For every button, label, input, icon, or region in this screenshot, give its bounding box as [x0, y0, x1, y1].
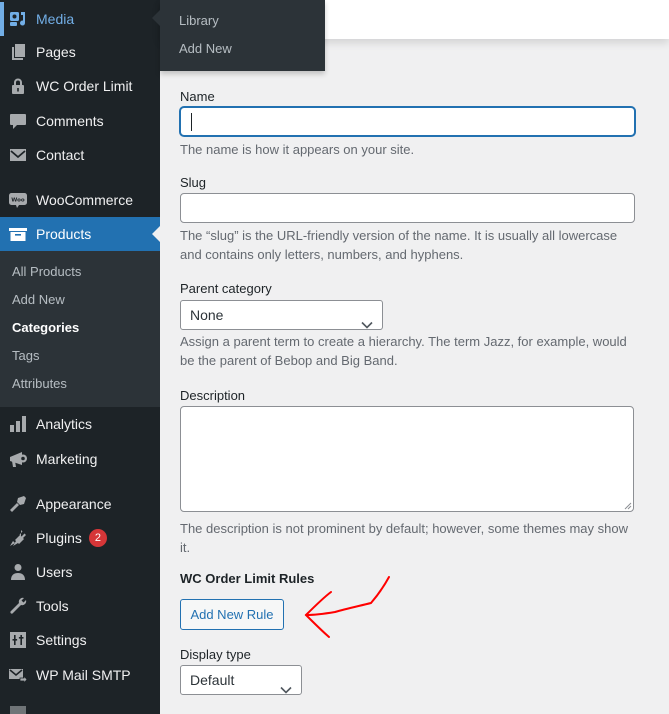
submenu-item-attributes[interactable]: Attributes	[0, 370, 160, 398]
sidebar-item-label: Settings	[36, 632, 87, 648]
sidebar-item-label: Appearance	[36, 496, 112, 512]
name-label: Name	[180, 89, 215, 104]
archive-box-icon	[0, 217, 36, 251]
admin-sidebar: Media Pages WC Order Limit Comments Cont…	[0, 0, 160, 714]
sidebar-item-comments[interactable]: Comments	[0, 104, 160, 138]
sidebar-item-label: Contact	[36, 147, 85, 163]
description-help: The description is not prominent by defa…	[180, 521, 628, 555]
megaphone-icon	[0, 442, 36, 476]
sidebar-item-analytics[interactable]: Analytics	[0, 407, 160, 441]
sliders-icon	[0, 623, 36, 657]
sidebar-item-label: WC Order Limit	[36, 78, 133, 94]
user-icon	[0, 555, 36, 589]
display-type-select[interactable]: Default	[180, 665, 302, 695]
parent-category-select[interactable]: None	[180, 300, 383, 330]
sidebar-item-wc-order-limit[interactable]: WC Order Limit	[0, 69, 160, 103]
sidebar-item-label: WooCommerce	[36, 192, 133, 208]
submenu-item-all-products[interactable]: All Products	[0, 258, 160, 286]
name-help: The name is how it appears on your site.	[180, 142, 415, 157]
envelope-icon	[0, 138, 36, 172]
sidebar-item-pages[interactable]: Pages	[0, 35, 160, 69]
sidebar-item-users[interactable]: Users	[0, 555, 160, 589]
flyout-item-add-new[interactable]: Add New	[160, 35, 325, 63]
plug-icon	[0, 521, 36, 555]
media-flyout-menu: Library Add New	[152, 0, 325, 71]
sidebar-item-media[interactable]: Media	[0, 2, 160, 36]
comments-icon	[0, 104, 36, 138]
sidebar-item-label: Marketing	[36, 451, 98, 467]
add-new-rule-button[interactable]: Add New Rule	[180, 599, 284, 630]
text-caret	[191, 113, 192, 131]
sidebar-item-appearance[interactable]: Appearance	[0, 487, 160, 521]
sidebar-item-label: WP Mail SMTP	[36, 667, 131, 683]
bar-chart-icon	[0, 407, 36, 441]
slug-help: The “slug” is the URL-friendly version o…	[180, 228, 618, 262]
sidebar-item-marketing[interactable]: Marketing	[0, 442, 160, 476]
sidebar-item-woocommerce[interactable]: Woo WooCommerce	[0, 183, 160, 217]
sidebar-item-settings[interactable]: Settings	[0, 623, 160, 657]
sidebar-item-label: Media	[36, 11, 75, 27]
display-type-label: Display type	[180, 647, 251, 662]
chevron-down-icon	[280, 675, 292, 694]
sidebar-item-label: Plugins	[36, 530, 82, 546]
sidebar-item-label: Tools	[36, 598, 69, 614]
submenu-item-add-new[interactable]: Add New	[0, 286, 160, 314]
parent-category-help: Assign a parent term to create a hierarc…	[180, 334, 627, 368]
svg-text:Woo: Woo	[11, 198, 25, 204]
mail-send-icon	[0, 658, 36, 692]
parent-category-value: None	[190, 307, 224, 323]
order-limit-rules-title: WC Order Limit Rules	[180, 571, 315, 586]
sidebar-item-label: Products	[36, 226, 92, 242]
name-input[interactable]	[180, 107, 635, 136]
sidebar-item-label: Pages	[36, 44, 76, 60]
sidebar-item-label: Analytics	[36, 416, 93, 432]
sidebar-item-wp-mail-smtp[interactable]: WP Mail SMTP	[0, 658, 160, 692]
submenu-item-categories[interactable]: Categories	[0, 314, 160, 342]
sidebar-item-plugins[interactable]: Plugins 2	[0, 521, 160, 555]
media-icon	[0, 2, 36, 36]
lock-icon	[0, 69, 36, 103]
slug-input[interactable]	[180, 193, 635, 223]
submenu-item-tags[interactable]: Tags	[0, 342, 160, 370]
sidebar-item-tools[interactable]: Tools	[0, 589, 160, 623]
sidebar-item-label: Comments	[36, 113, 104, 129]
paintbrush-icon	[0, 487, 36, 521]
slug-label: Slug	[180, 175, 207, 190]
sidebar-item-products[interactable]: Products	[0, 217, 160, 251]
display-type-value: Default	[190, 672, 235, 688]
description-label: Description	[180, 388, 246, 403]
description-textarea[interactable]	[180, 406, 634, 512]
sidebar-item-label: Users	[36, 564, 73, 580]
wrench-icon	[0, 589, 36, 623]
pages-icon	[0, 35, 36, 69]
products-submenu: All Products Add New Categories Tags Att…	[0, 251, 160, 407]
chevron-down-icon	[361, 310, 373, 329]
woo-icon: Woo	[0, 183, 36, 217]
sidebar-item-contact[interactable]: Contact	[0, 138, 160, 172]
flyout-item-library[interactable]: Library	[160, 7, 325, 35]
resize-grip-icon[interactable]	[624, 502, 632, 510]
partial-menu-icon	[10, 706, 26, 714]
parent-category-label: Parent category	[180, 281, 272, 296]
update-count-badge: 2	[88, 529, 107, 547]
